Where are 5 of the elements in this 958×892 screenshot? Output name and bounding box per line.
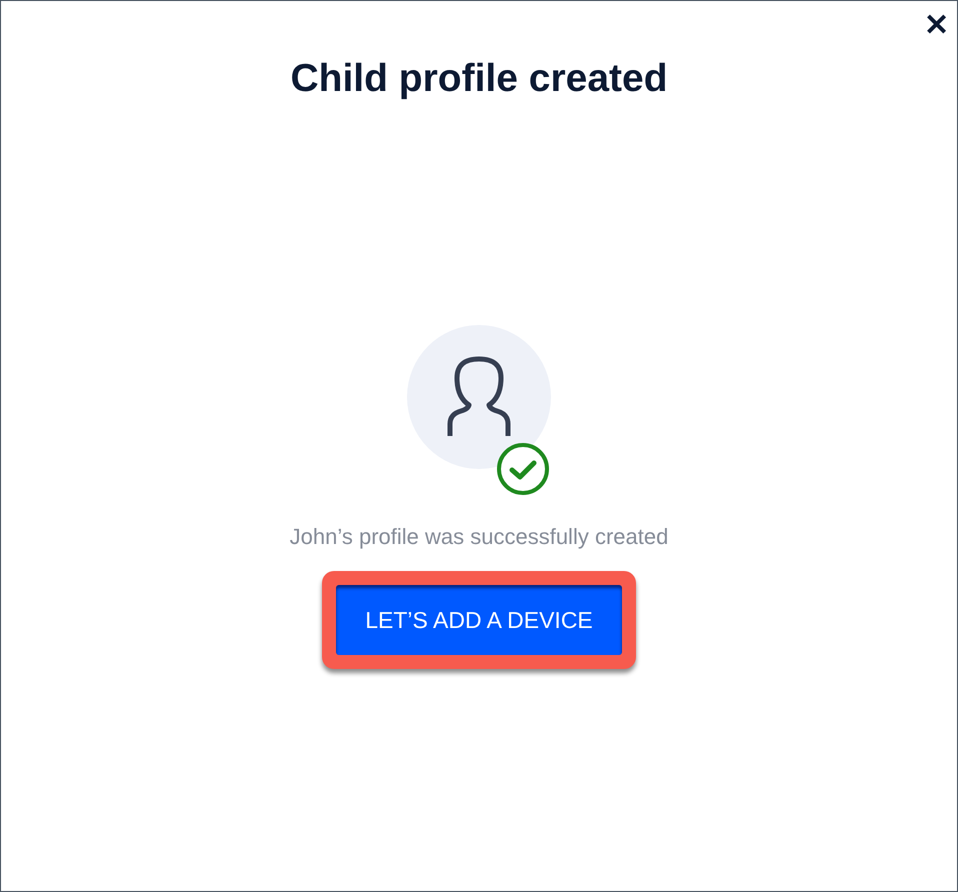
- add-device-button[interactable]: LET’S ADD A DEVICE: [336, 585, 622, 655]
- success-message: John’s profile was successfully created: [290, 523, 668, 551]
- person-icon: [447, 356, 511, 438]
- dialog-title: Child profile created: [290, 56, 668, 102]
- close-button[interactable]: ✕: [924, 11, 949, 41]
